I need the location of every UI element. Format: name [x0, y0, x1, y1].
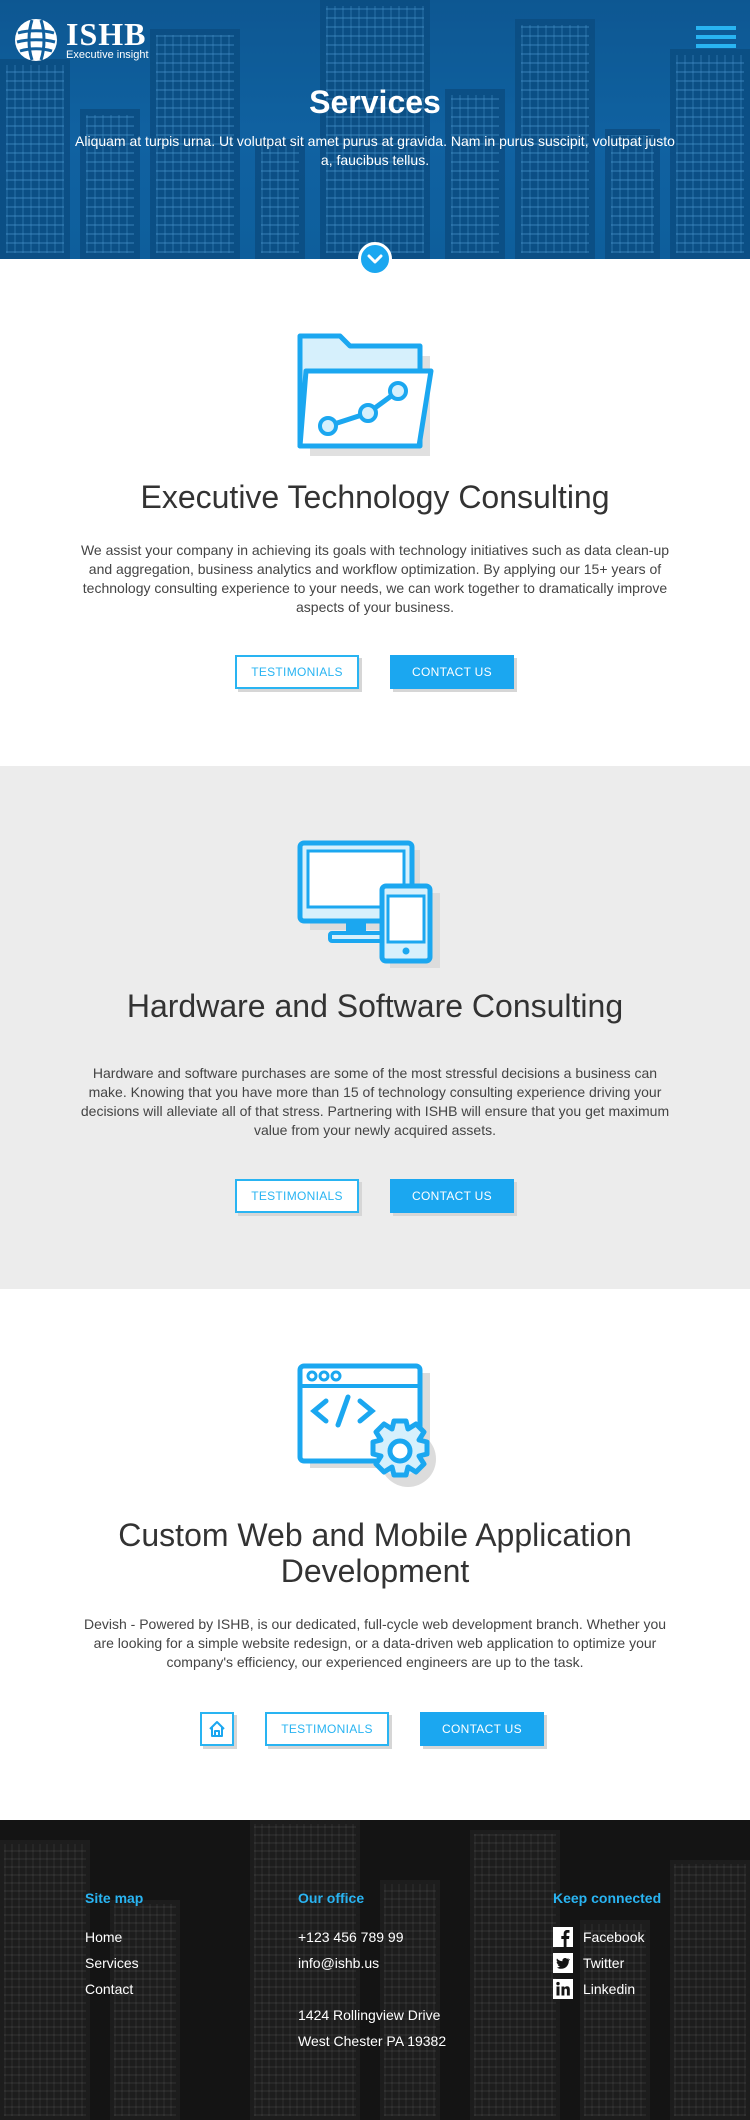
footer-sitemap: Site map Home Services Contact [85, 1890, 143, 2002]
service-description: We assist your company in achieving its … [80, 542, 670, 615]
linkedin-icon [553, 1979, 573, 1999]
service-description: Devish - Powered by ISHB, is our dedicat… [83, 1616, 667, 1670]
site-footer: Site map Home Services Contact Our offic… [0, 1820, 750, 2120]
service-title: Custom Web and Mobile Application Develo… [118, 1517, 632, 1589]
service-title: Executive Technology Consulting [140, 479, 610, 515]
service-description: Hardware and software purchases are some… [80, 1065, 670, 1138]
home-button[interactable] [200, 1712, 234, 1746]
testimonials-button[interactable]: TESTIMONIALS [265, 1712, 389, 1746]
footer-social: Keep connected Facebook Twitter Linkedin [553, 1890, 661, 2002]
logo-tagline: Executive insight [66, 48, 149, 61]
desktop-mobile-icon [297, 840, 440, 968]
footer-link-contact[interactable]: Contact [85, 1976, 143, 2002]
linkedin-link[interactable]: Linkedin [553, 1976, 661, 2002]
office-heading: Our office [298, 1890, 365, 1906]
testimonials-button[interactable]: TESTIMONIALS [235, 655, 359, 689]
hero-banner: ISHB Executive insight Services Aliquam … [0, 0, 750, 259]
facebook-link[interactable]: Facebook [553, 1924, 661, 1950]
office-address-line2: West Chester PA 19382 [298, 2033, 447, 2049]
footer-link-home[interactable]: Home [85, 1924, 143, 1950]
service-title: Hardware and Software Consulting [126, 988, 624, 1024]
contact-us-button[interactable]: CONTACT US [420, 1712, 544, 1746]
office-email-link[interactable]: info@ishb.us [298, 1950, 446, 1976]
twitter-label: Twitter [583, 1955, 625, 1971]
menu-hamburger-icon[interactable] [696, 26, 736, 52]
facebook-label: Facebook [583, 1929, 645, 1945]
page-subtitle: Aliquam at turpis urna. Ut volutpat sit … [75, 133, 675, 168]
sitemap-heading: Site map [85, 1890, 144, 1906]
footer-office: Our office +123 456 789 99 info@ishb.us … [298, 1890, 446, 2054]
site-logo[interactable]: ISHB Executive insight [14, 18, 149, 62]
facebook-icon [553, 1927, 573, 1947]
chevron-down-icon [367, 254, 383, 264]
testimonials-button[interactable]: TESTIMONIALS [235, 1179, 359, 1213]
connect-heading: Keep connected [553, 1890, 662, 1906]
page-title: Services [309, 84, 441, 120]
scroll-down-button[interactable] [358, 242, 392, 276]
home-icon [209, 1721, 225, 1737]
twitter-icon [553, 1953, 573, 1973]
service-web-mobile-dev: Custom Web and Mobile Application Develo… [0, 1289, 750, 1820]
logo-name: ISHB [66, 15, 147, 52]
logo-globe-icon [15, 19, 57, 61]
code-window-gear-icon [297, 1363, 436, 1487]
linkedin-label: Linkedin [583, 1981, 636, 1997]
office-address-line1: 1424 Rollingview Drive [298, 2007, 441, 2023]
service-executive-consulting: Executive Technology Consulting We assis… [0, 259, 750, 766]
footer-link-services[interactable]: Services [85, 1950, 143, 1976]
folder-chart-icon [297, 333, 434, 456]
office-phone: +123 456 789 99 [298, 1929, 404, 1945]
contact-us-button[interactable]: CONTACT US [390, 655, 514, 689]
contact-us-button[interactable]: CONTACT US [390, 1179, 514, 1213]
service-hardware-software: Hardware and Software Consulting Hardwar… [0, 766, 750, 1289]
twitter-link[interactable]: Twitter [553, 1950, 661, 1976]
